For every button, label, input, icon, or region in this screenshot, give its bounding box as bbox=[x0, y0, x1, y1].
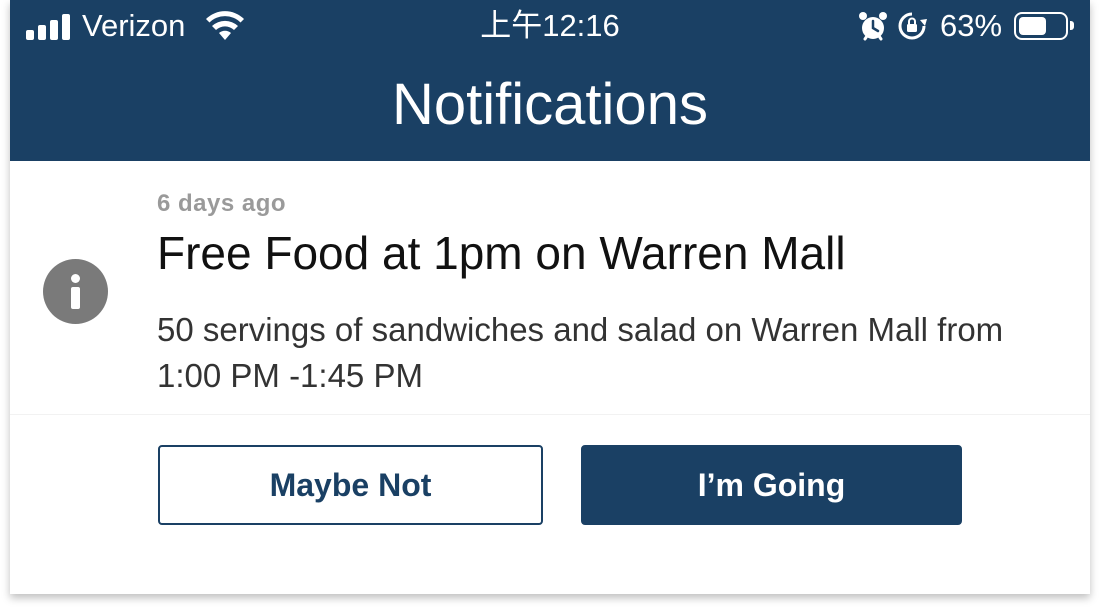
battery-percentage: 63% bbox=[940, 8, 1003, 43]
rotation-lock-icon bbox=[898, 12, 927, 40]
notification-body: 50 servings of sandwiches and salad on W… bbox=[157, 311, 1004, 394]
notification-title: Free Food at 1pm on Warren Mall bbox=[157, 227, 846, 279]
page-title: Notifications bbox=[392, 72, 708, 137]
notification-timestamp: 6 days ago bbox=[157, 190, 287, 217]
divider bbox=[10, 414, 1090, 415]
im-going-button[interactable]: I’m Going bbox=[581, 445, 962, 525]
status-bar: Verizon 上午12:16 63% bbox=[10, 0, 1090, 54]
info-icon bbox=[43, 259, 108, 324]
nav-bar: Notifications bbox=[10, 54, 1090, 161]
battery-nub bbox=[1070, 21, 1074, 30]
app-screen: Verizon 上午12:16 63% Notifications 6 days… bbox=[10, 0, 1090, 594]
battery-icon bbox=[1014, 12, 1074, 40]
alarm-clock-icon bbox=[859, 12, 887, 41]
status-time: 上午12:16 bbox=[480, 8, 620, 43]
maybe-not-button[interactable]: Maybe Not bbox=[158, 445, 543, 525]
battery-fill bbox=[1019, 17, 1046, 35]
